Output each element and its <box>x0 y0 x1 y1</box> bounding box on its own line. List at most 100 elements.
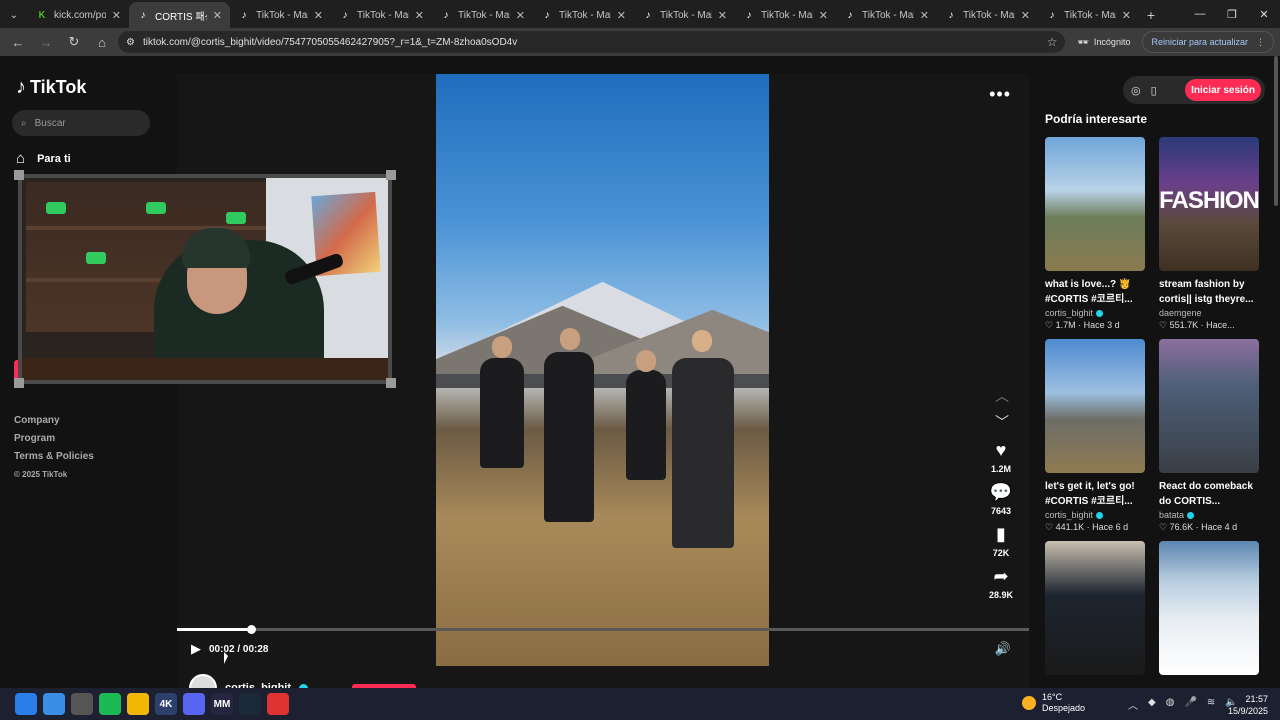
close-tab-icon[interactable]: ✕ <box>516 9 525 22</box>
phone-icon[interactable]: ▯ <box>1151 84 1157 97</box>
browser-tab[interactable]: ♪ TikTok - Make ✕ <box>230 2 331 28</box>
browser-tab[interactable]: ♪ TikTok - Make ✕ <box>432 2 533 28</box>
search-input[interactable]: ⌕ Buscar <box>12 110 150 136</box>
close-tab-icon[interactable]: ✕ <box>415 9 424 22</box>
close-tab-icon[interactable]: ✕ <box>718 9 727 22</box>
chrome-icon[interactable] <box>43 693 65 715</box>
browser-tab[interactable]: ♪ TikTok - Make ✕ <box>735 2 836 28</box>
suggestion-thumbnail[interactable] <box>1159 541 1259 675</box>
suggestion-card[interactable]: React do comeback do CORTIS... batata ♡ … <box>1159 339 1259 533</box>
chrome-incognito-icon[interactable] <box>71 693 93 715</box>
like-button[interactable]: ♥ 1.2M <box>991 440 1011 475</box>
suggestion-card[interactable] <box>1159 541 1259 675</box>
wifi-icon[interactable]: ≋ <box>1207 697 1215 712</box>
reload-icon[interactable]: ↻ <box>62 30 86 54</box>
suggestion-card[interactable]: what is love...? 🫅 #CORTIS #코르티... corti… <box>1045 137 1145 331</box>
close-tab-icon[interactable]: ✕ <box>920 9 929 22</box>
minimize-icon[interactable]: — <box>1184 0 1216 28</box>
forward-icon[interactable]: → <box>34 30 58 54</box>
4k-icon[interactable]: 4K <box>155 693 177 715</box>
suggestion-thumbnail[interactable] <box>1045 137 1145 271</box>
browser-tab[interactable]: ♪ TikTok - Make ✕ <box>634 2 735 28</box>
close-tab-icon[interactable]: ✕ <box>314 9 323 22</box>
back-icon[interactable]: ← <box>6 30 30 54</box>
suggestion-card[interactable]: FASHION stream fashion by cortis|| istg t… <box>1159 137 1259 331</box>
browser-tab[interactable]: K kick.com/popo ✕ <box>28 2 129 28</box>
tiktok-logo[interactable]: ♪ TikTok <box>16 76 86 99</box>
mm-icon[interactable]: MM <box>211 693 233 715</box>
overlay-handle[interactable] <box>386 378 396 388</box>
close-tab-icon[interactable]: ✕ <box>213 9 222 22</box>
close-window-icon[interactable]: ✕ <box>1248 0 1280 28</box>
new-tab-button[interactable]: + <box>1139 2 1163 28</box>
suggestion-card[interactable] <box>1045 541 1145 675</box>
video-frame[interactable] <box>436 74 769 666</box>
network-icon[interactable]: ◍ <box>1166 697 1175 712</box>
close-tab-icon[interactable]: ✕ <box>112 9 121 22</box>
volume-icon[interactable]: 🔊 <box>995 641 1011 657</box>
overlay-handle[interactable] <box>14 378 24 388</box>
spotify-icon[interactable] <box>99 693 121 715</box>
home-icon[interactable]: ⌂ <box>90 30 114 54</box>
suggestion-author-row[interactable]: cortis_bighit <box>1045 308 1145 318</box>
discord-icon[interactable] <box>183 693 205 715</box>
more-options-icon[interactable]: ••• <box>989 84 1011 105</box>
sidebar-item-para-ti[interactable]: ⌂ Para ti <box>16 150 71 167</box>
maximize-icon[interactable]: ❐ <box>1216 0 1248 28</box>
suggestion-caption[interactable]: what is love...? 🫅 #CORTIS #코르티... <box>1045 277 1145 307</box>
browser-menu-icon[interactable]: ⋮ <box>1256 37 1265 48</box>
compass-icon[interactable]: ◎ <box>1131 84 1141 97</box>
browser-tab[interactable]: ♪ TikTok - Make ✕ <box>533 2 634 28</box>
restart-to-update-button[interactable]: Reiniciar para actualizar ⋮ <box>1142 31 1274 53</box>
browser-tab[interactable]: ♪ TikTok - Make ✕ <box>331 2 432 28</box>
progress-bar[interactable] <box>177 625 1029 634</box>
comment-button[interactable]: 💬 7643 <box>990 482 1012 517</box>
play-icon[interactable]: ▶ <box>191 641 201 657</box>
overlay-handle[interactable] <box>386 170 396 180</box>
tray-chevron-icon[interactable]: ︿ <box>1128 697 1138 712</box>
share-button[interactable]: ➦ 28.9K <box>989 566 1013 601</box>
suggestion-author-row[interactable]: cortis_bighit <box>1045 510 1145 520</box>
suggestion-thumbnail[interactable] <box>1045 541 1145 675</box>
browser-tab[interactable]: ♪ TikTok - Make ✕ <box>937 2 1038 28</box>
incognito-indicator[interactable]: 🕶 Incógnito <box>1069 37 1138 48</box>
close-tab-icon[interactable]: ✕ <box>617 9 626 22</box>
footer-link-program[interactable]: Program <box>14 430 94 448</box>
browser-tab[interactable]: ♪ TikTok - Make ✕ <box>1038 2 1139 28</box>
file-explorer-icon[interactable] <box>127 693 149 715</box>
suggestion-card[interactable]: let's get it, let's go! #CORTIS #코르티... … <box>1045 339 1145 533</box>
suggestion-author-row[interactable]: daemgene <box>1159 308 1259 318</box>
suggestion-thumbnail[interactable]: FASHION <box>1159 137 1259 271</box>
browser-tab[interactable]: ♪ CORTIS 패션 스 ✕ <box>129 2 230 28</box>
suggestion-caption[interactable]: let's get it, let's go! #CORTIS #코르티... <box>1045 479 1145 509</box>
tab-search-menu-icon[interactable]: ⌄ <box>0 2 28 28</box>
suggestion-caption[interactable]: React do comeback do CORTIS... <box>1159 479 1259 509</box>
steam-icon[interactable] <box>239 693 261 715</box>
browser-tab[interactable]: ♪ TikTok - Make ✕ <box>836 2 937 28</box>
clock[interactable]: 21:57 15/9/2025 <box>1228 693 1268 717</box>
microphone-icon[interactable]: 🎤 <box>1184 697 1196 712</box>
suggestion-author-row[interactable]: batata <box>1159 510 1259 520</box>
progress-handle[interactable] <box>247 625 257 634</box>
close-tab-icon[interactable]: ✕ <box>1021 9 1030 22</box>
next-video-icon[interactable]: ﹀ <box>995 412 1009 432</box>
tray-app-icon[interactable]: ◆ <box>1148 697 1156 712</box>
suggestion-thumbnail[interactable] <box>1045 339 1145 473</box>
footer-link-terms[interactable]: Terms & Policies <box>14 448 94 466</box>
save-button[interactable]: ▮ 72K <box>993 524 1010 559</box>
close-tab-icon[interactable]: ✕ <box>1122 9 1131 22</box>
close-tab-icon[interactable]: ✕ <box>819 9 828 22</box>
weather-widget[interactable]: 16°C Despejado <box>1022 692 1085 714</box>
previous-video-icon[interactable]: ︿ <box>995 386 1009 406</box>
footer-link-company[interactable]: Company <box>14 412 94 430</box>
url-field[interactable]: ⚙ tiktok.com/@cortis_bighit/video/754770… <box>118 31 1066 53</box>
bookmark-star-icon[interactable]: ☆ <box>1047 35 1058 49</box>
windows-start-icon[interactable] <box>15 693 37 715</box>
suggestion-caption[interactable]: stream fashion by cortis|| istg theyre..… <box>1159 277 1259 307</box>
site-info-icon[interactable]: ⚙ <box>126 37 135 48</box>
video-app-icon[interactable] <box>267 693 289 715</box>
page-scrollbar[interactable] <box>1274 56 1278 206</box>
overlay-handle[interactable] <box>14 170 24 180</box>
suggestion-thumbnail[interactable] <box>1159 339 1259 473</box>
login-button[interactable]: Iniciar sesión <box>1185 79 1261 101</box>
